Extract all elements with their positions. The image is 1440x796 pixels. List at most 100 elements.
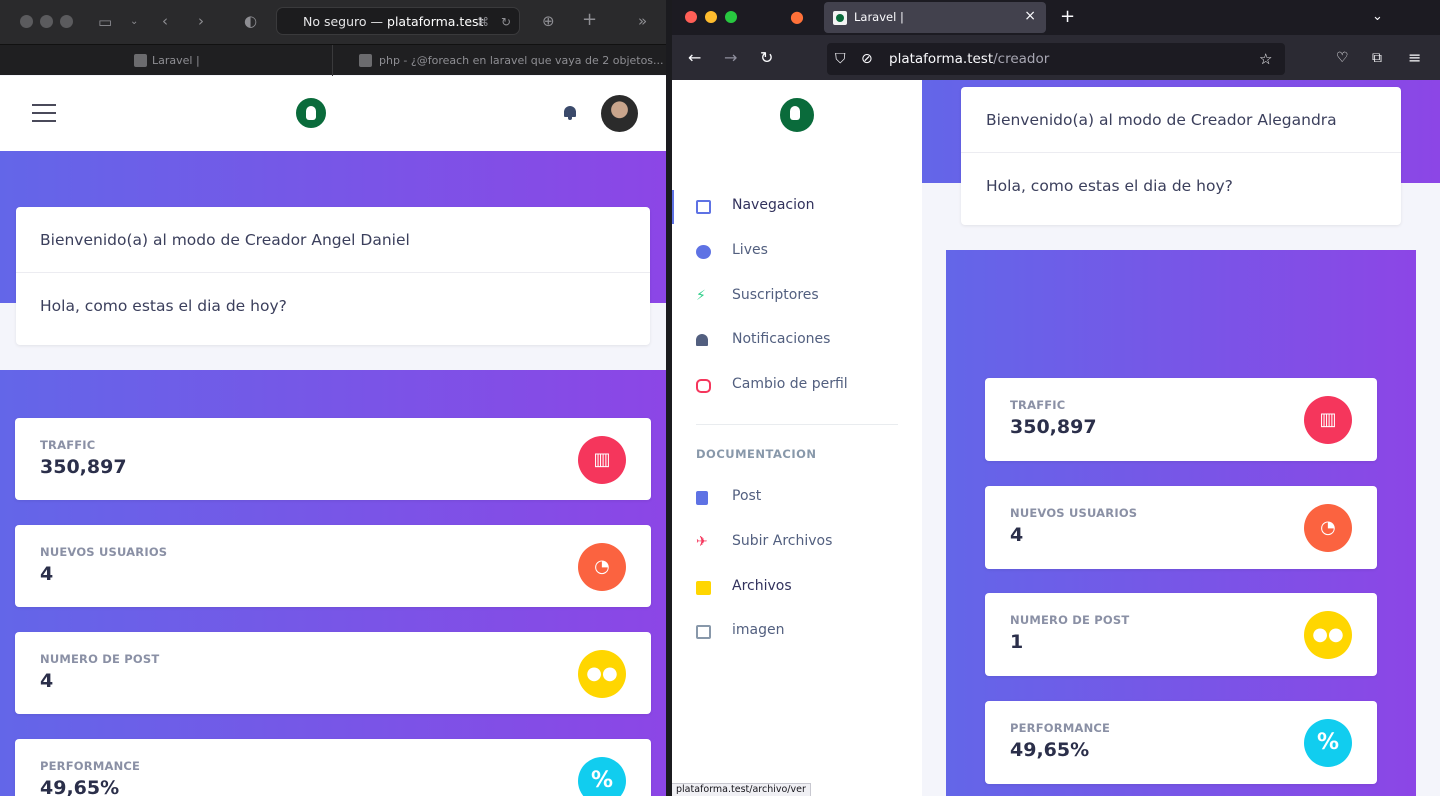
sidebar-item-subir-archivos[interactable]: ✈ Subir Archivos — [672, 526, 922, 560]
back-icon[interactable]: ← — [688, 49, 701, 67]
sidebar-item-notificaciones[interactable]: Notificaciones — [672, 324, 922, 358]
monitor-icon — [696, 200, 711, 214]
welcome-body: Hola, como estas el dia de hoy? — [986, 177, 1233, 195]
starbucks-logo[interactable] — [296, 98, 326, 128]
stat-value: 4 — [40, 563, 54, 585]
sidebar-item-lives[interactable]: Lives — [672, 235, 922, 269]
more-tabs-icon[interactable]: » — [638, 12, 647, 30]
download-icon[interactable]: ⊕ — [542, 12, 555, 30]
page-content: Bienvenido(a) al modo de Creador Angel D… — [0, 76, 666, 796]
bookmark-star-icon[interactable]: ☆ — [1259, 50, 1272, 68]
stat-label: TRAFFIC — [1010, 398, 1066, 412]
welcome-body: Hola, como estas el dia de hoy? — [40, 297, 287, 315]
menu-icon[interactable]: ≡ — [1408, 49, 1421, 67]
extensions-icon[interactable]: ⧉ — [1372, 49, 1382, 67]
pie-chart-icon: ◔ — [1304, 504, 1352, 552]
translate-icon[interactable]: ⌘ — [477, 13, 489, 31]
minimize-dot[interactable] — [40, 15, 53, 28]
rocket-icon: ✈ — [696, 534, 708, 550]
sidebar-toggle-icon[interactable]: ▭ — [98, 13, 112, 31]
pie-chart-icon: ◔ — [578, 543, 626, 591]
sidebar-divider — [696, 424, 898, 425]
bar-chart-icon: ▥ — [578, 436, 626, 484]
address-text: No seguro — plataforma.test — [303, 14, 484, 29]
favicon-icon — [134, 54, 147, 67]
stat-label: NUEVOS USUARIOS — [1010, 506, 1138, 520]
firefox-tabbar: ● Laravel | × + ⌄ — [672, 0, 1440, 35]
zoom-dot[interactable] — [725, 11, 737, 23]
document-icon — [696, 491, 708, 505]
new-tab-icon[interactable]: + — [582, 11, 597, 29]
close-tab-icon[interactable]: × — [1024, 8, 1036, 24]
stat-label: PERFORMANCE — [40, 759, 141, 773]
chevron-down-icon[interactable]: ⌄ — [130, 13, 138, 31]
minimize-dot[interactable] — [705, 11, 717, 23]
sidebar: Navegacion Lives ⚡ Suscriptores Notifica… — [672, 80, 922, 796]
new-tab-icon[interactable]: + — [1060, 8, 1075, 26]
stat-value: 4 — [40, 670, 54, 692]
stat-card-users: NUEVOS USUARIOS 4 ◔ — [15, 525, 651, 607]
tab-label: php - ¿@foreach en laravel que vaya de 2… — [379, 54, 664, 67]
folder-icon — [696, 581, 711, 595]
stat-label: TRAFFIC — [40, 438, 96, 452]
stat-value: 49,65% — [1010, 739, 1090, 761]
address-bar[interactable]: No seguro — plataforma.test ⌘ ↻ — [276, 7, 520, 35]
stat-card-traffic: TRAFFIC 350,897 ▥ — [985, 378, 1377, 461]
bell-icon[interactable] — [563, 106, 577, 120]
welcome-card: Bienvenido(a) al modo de Creador Angel D… — [16, 207, 650, 345]
zoom-dot[interactable] — [60, 15, 73, 28]
tab-list-icon[interactable]: ⌄ — [1372, 8, 1383, 26]
sidebar-item-imagen[interactable]: imagen — [672, 615, 922, 649]
image-icon — [696, 625, 711, 639]
stat-label: NUMERO DE POST — [40, 652, 160, 666]
forward-icon[interactable]: → — [724, 49, 737, 67]
shield-icon[interactable]: ◐ — [244, 12, 257, 30]
firefox-window: ● Laravel | × + ⌄ ← → ↻ ⛉ ⊘ plataforma.t… — [672, 0, 1440, 796]
sidebar-item-post[interactable]: Post — [672, 481, 922, 515]
sidebar-item-label: imagen — [732, 622, 785, 638]
shield-icon[interactable]: ⛉ — [835, 50, 846, 68]
sidebar-item-label: Subir Archivos — [732, 533, 833, 549]
avatar[interactable] — [601, 95, 638, 132]
back-icon[interactable]: ‹ — [162, 12, 168, 30]
firefox-navbar: ← → ↻ ⛉ ⊘ plataforma.test/creador ☆ ♡ ⧉ … — [672, 35, 1440, 80]
sidebar-item-suscriptores[interactable]: ⚡ Suscriptores — [672, 280, 922, 314]
starbucks-logo[interactable] — [780, 98, 814, 132]
stat-card-performance: PERFORMANCE 49,65% % — [985, 701, 1377, 784]
reload-icon[interactable]: ↻ — [760, 49, 773, 67]
tab-label: Laravel | — [854, 10, 904, 24]
stat-card-posts: NUMERO DE POST 1 ●● — [985, 593, 1377, 676]
sidebar-item-label: Lives — [732, 242, 768, 258]
pocket-icon[interactable]: ♡ — [1336, 49, 1349, 67]
tab-stackoverflow[interactable]: php - ¿@foreach en laravel que vaya de 2… — [332, 45, 666, 76]
favicon-icon — [359, 54, 372, 67]
firefox-icon[interactable]: ● — [790, 8, 804, 26]
close-dot[interactable] — [685, 11, 697, 23]
hamburger-menu-icon[interactable] — [32, 104, 56, 122]
url-bar[interactable]: ⛉ ⊘ plataforma.test/creador ☆ — [827, 43, 1285, 75]
switch-icon — [696, 379, 711, 393]
stat-card-posts: NUMERO DE POST 4 ●● — [15, 632, 651, 714]
stat-value: 350,897 — [1010, 416, 1097, 438]
stat-label: NUMERO DE POST — [1010, 613, 1130, 627]
page-content: Navegacion Lives ⚡ Suscriptores Notifica… — [672, 80, 1440, 796]
stat-label: PERFORMANCE — [1010, 721, 1111, 735]
stat-label: NUEVOS USUARIOS — [40, 545, 168, 559]
tab-laravel[interactable]: Laravel | — [130, 45, 330, 76]
stat-card-users: NUEVOS USUARIOS 4 ◔ — [985, 486, 1377, 569]
forward-icon[interactable]: › — [198, 12, 204, 30]
bell-icon — [696, 334, 708, 346]
close-dot[interactable] — [20, 15, 33, 28]
sidebar-item-navegacion[interactable]: Navegacion — [672, 190, 922, 224]
sidebar-item-cambio-perfil[interactable]: Cambio de perfil — [672, 369, 922, 403]
tab-strip: Laravel | php - ¿@foreach en laravel que… — [0, 44, 666, 76]
bar-chart-icon: ▥ — [1304, 396, 1352, 444]
stat-card-traffic: TRAFFIC 350,897 ▥ — [15, 418, 651, 500]
stat-value: 4 — [1010, 524, 1024, 546]
tab-laravel[interactable]: Laravel | × — [824, 2, 1046, 33]
users-icon: ●● — [1304, 611, 1352, 659]
reload-icon[interactable]: ↻ — [501, 13, 511, 31]
stat-value: 49,65% — [40, 777, 120, 796]
sidebar-item-archivos[interactable]: Archivos — [672, 571, 922, 605]
lock-icon[interactable]: ⊘ — [861, 50, 873, 68]
